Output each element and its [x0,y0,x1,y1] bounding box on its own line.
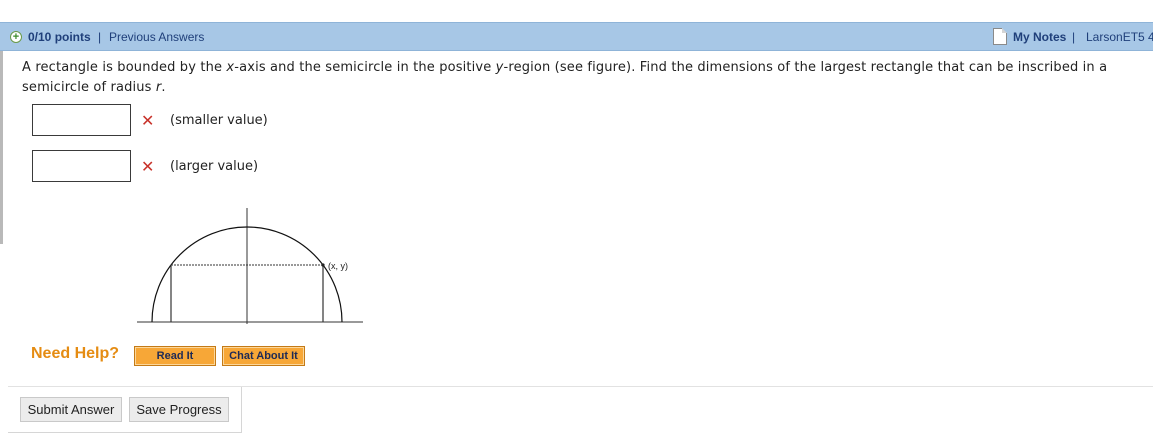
need-help-label: Need Help? [31,345,120,362]
point-label: (x, y) [328,261,348,271]
corner-point [321,263,325,267]
answer-input-smaller[interactable] [32,104,131,136]
previous-answers-link[interactable]: Previous Answers [109,30,204,44]
header-separator: | [98,30,102,44]
answer-hint-larger: (larger value) [170,159,259,174]
notes-icon[interactable] [993,28,1007,45]
submit-answer-button[interactable]: Submit Answer [20,397,122,422]
question-header: + 0/10 points | Previous Answers My Note… [0,22,1153,51]
answer-input-larger[interactable] [32,150,131,182]
semicircle-rectangle-figure: (x, y) [137,208,363,324]
question-text: A rectangle is bounded by the x-axis and… [22,60,1108,95]
answer-hint-smaller: (smaller value) [170,113,268,128]
left-border [0,30,3,244]
expand-plus-icon[interactable]: + [10,31,22,43]
course-code: LarsonET5 4 [1086,30,1153,44]
incorrect-x-icon: ✕ [141,111,155,130]
read-it-button[interactable]: Read It [134,346,216,366]
chat-about-it-button[interactable]: Chat About It [222,346,305,366]
my-notes-link[interactable]: My Notes [1013,30,1066,44]
header-separator-right: | [1072,30,1076,44]
points-score: 0/10 points [28,30,91,44]
incorrect-x-icon: ✕ [141,157,155,176]
save-progress-button[interactable]: Save Progress [129,397,229,422]
